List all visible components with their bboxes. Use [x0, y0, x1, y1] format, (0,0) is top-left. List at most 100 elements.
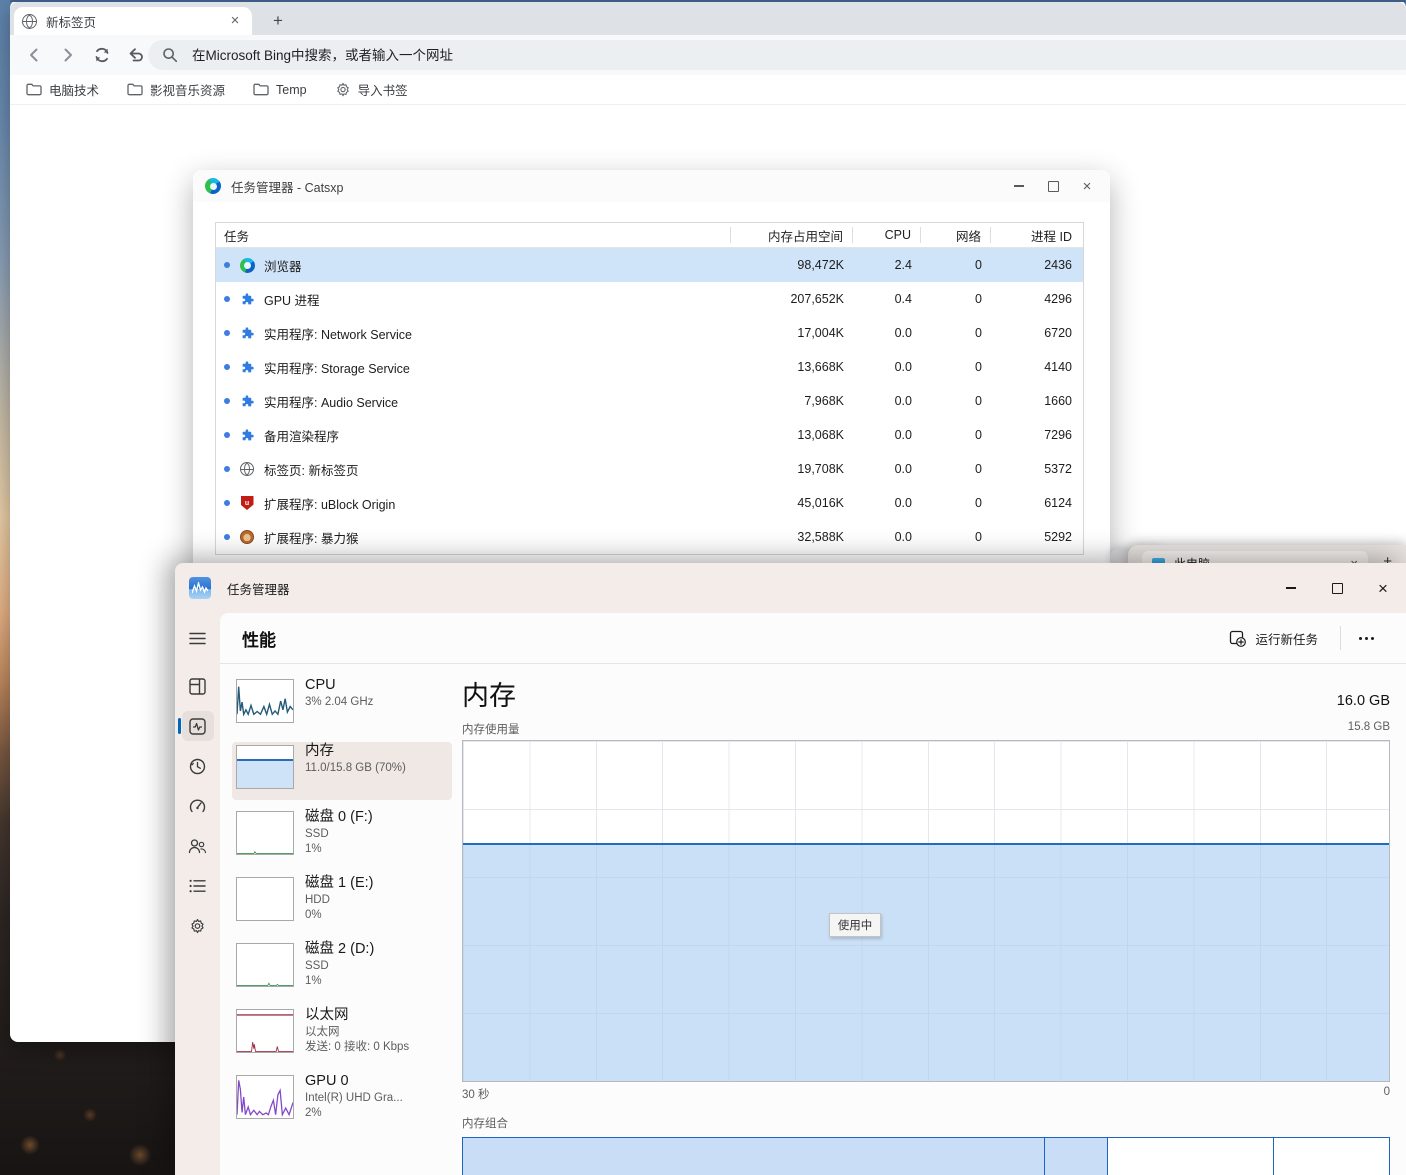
panel-detail: HDD — [305, 894, 330, 906]
menu-hamburger-icon[interactable] — [182, 623, 214, 653]
close-button[interactable]: × — [1360, 563, 1406, 613]
memory-value: 98,472K — [797, 258, 844, 272]
column-header-cpu[interactable]: CPU — [853, 227, 921, 243]
browser-tab-new-tab[interactable]: 新标签页 × — [14, 7, 252, 35]
maximize-button[interactable] — [1314, 563, 1360, 613]
sidebar-item-processes[interactable] — [182, 671, 214, 701]
ethernet-sparkline — [236, 1009, 294, 1053]
violentmonkey-icon — [239, 529, 255, 545]
sidebar-item-performance[interactable] — [177, 711, 214, 741]
table-row[interactable]: u 扩展程序: uBlock Origin 45,016K 0.0 0 6124 — [216, 486, 1083, 520]
sidebar-item-services[interactable] — [182, 911, 214, 941]
bookmark-folder-media[interactable]: 影视音乐资源 — [127, 80, 225, 99]
catsxp-browser-icon — [239, 257, 255, 273]
cpu-value: 0.0 — [894, 428, 912, 442]
minimize-button[interactable] — [1268, 563, 1314, 613]
table-row[interactable]: 实用程序: Network Service 17,004K 0.0 0 6720 — [216, 316, 1083, 350]
catsxp-titlebar[interactable]: 任务管理器 - Catsxp × — [193, 170, 1110, 202]
panel-name: 内存 — [305, 743, 334, 759]
panel-disk-1[interactable]: 磁盘 1 (E:) HDD 0% — [232, 874, 452, 932]
back-button[interactable] — [22, 43, 46, 67]
panel-detail: 1% — [305, 975, 322, 987]
tab-title: 新标签页 — [46, 15, 97, 30]
memory-value: 7,968K — [804, 394, 844, 408]
column-header-network[interactable]: 网络 — [921, 227, 991, 244]
table-row[interactable]: 备用渲染程序 13,068K 0.0 0 7296 — [216, 418, 1083, 452]
more-options-icon[interactable] — [1353, 629, 1380, 648]
tab-close-icon[interactable]: × — [226, 12, 244, 30]
address-bar[interactable] — [148, 40, 1406, 70]
run-new-task-icon — [1230, 630, 1247, 647]
memory-value: 207,652K — [790, 292, 844, 306]
sidebar-item-app-history[interactable] — [182, 751, 214, 781]
column-header-pid[interactable]: 进程 ID — [991, 227, 1083, 244]
catsxp-logo-icon — [205, 178, 221, 194]
close-button[interactable]: × — [1070, 173, 1104, 199]
panel-ethernet[interactable]: 以太网 以太网 发送: 0 接收: 0 Kbps — [232, 1006, 452, 1064]
performance-panel-list: CPU 3% 2.04 GHz 内存 11.0/15.8 GB (70%) 磁盘… — [220, 664, 452, 1175]
memory-value: 32,588K — [797, 530, 844, 544]
pid-value: 7296 — [1044, 428, 1072, 442]
forward-button[interactable] — [56, 43, 80, 67]
memory-composition-bar[interactable] — [462, 1137, 1390, 1175]
maximize-button[interactable] — [1036, 173, 1070, 199]
cpu-value: 0.0 — [894, 530, 912, 544]
network-value: 0 — [975, 530, 982, 544]
puzzle-icon — [239, 427, 255, 443]
composition-segment-in-use — [463, 1138, 1046, 1175]
process-name: 实用程序: Audio Service — [264, 395, 399, 410]
process-name: 实用程序: Storage Service — [264, 361, 410, 376]
memory-usage-graph[interactable]: 使用中 — [462, 740, 1390, 1082]
run-new-task-button[interactable]: 运行新任务 — [1219, 623, 1328, 654]
row-indicator-dot — [224, 432, 230, 438]
ublock-origin-icon: u — [239, 495, 255, 511]
folder-icon — [253, 83, 269, 96]
panel-gpu[interactable]: GPU 0 Intel(R) UHD Gra... 2% — [232, 1072, 452, 1130]
undo-arrow-icon[interactable] — [124, 43, 148, 67]
task-manager-app-icon — [189, 577, 211, 599]
table-row[interactable]: 扩展程序: 暴力猴 32,588K 0.0 0 5292 — [216, 520, 1083, 554]
table-row[interactable]: 标签页: 新标签页 19,708K 0.0 0 5372 — [216, 452, 1083, 486]
desktop: 新标签页 × + 在Microsoft Bing中搜索，或者输入一个网址 电脑技… — [0, 0, 1406, 1175]
row-indicator-dot — [224, 500, 230, 506]
sidebar-item-startup-apps[interactable] — [182, 791, 214, 821]
memory-scale-max: 15.8 GB — [1347, 721, 1390, 733]
table-row[interactable]: 实用程序: Storage Service 13,668K 0.0 0 4140 — [216, 350, 1083, 384]
sidebar-item-users[interactable] — [182, 831, 214, 861]
cpu-sparkline — [236, 679, 294, 723]
composition-segment-free — [1274, 1138, 1389, 1175]
cpu-value: 0.0 — [894, 462, 912, 476]
process-name: 扩展程序: 暴力猴 — [264, 531, 359, 546]
panel-detail: 0% — [305, 909, 322, 921]
panel-detail: 3% 2.04 GHz — [305, 696, 374, 708]
panel-detail: 1% — [305, 843, 322, 855]
panel-cpu[interactable]: CPU 3% 2.04 GHz — [232, 676, 452, 734]
column-header-task[interactable]: 任务 — [216, 227, 731, 244]
panel-name: 以太网 — [305, 1007, 349, 1023]
bookmark-folder-computer-tech[interactable]: 电脑技术 — [26, 80, 99, 99]
taskmgr-titlebar[interactable]: 任务管理器 × — [175, 563, 1406, 613]
import-bookmarks-label: 导入书签 — [357, 84, 408, 98]
column-header-memory[interactable]: 内存占用空间 — [731, 227, 853, 244]
puzzle-icon — [239, 291, 255, 307]
minimize-button[interactable] — [1002, 173, 1036, 199]
table-row[interactable]: 实用程序: Audio Service 7,968K 0.0 0 1660 — [216, 384, 1083, 418]
panel-detail: Intel(R) UHD Gra... — [305, 1092, 403, 1104]
gear-icon — [336, 82, 349, 96]
panel-disk-2[interactable]: 磁盘 2 (D:) SSD 1% — [232, 940, 452, 998]
new-tab-button[interactable]: + — [268, 11, 288, 31]
table-row[interactable]: GPU 进程 207,652K 0.4 0 4296 — [216, 282, 1083, 316]
bookmark-folder-temp[interactable]: Temp — [253, 83, 307, 97]
sidebar-item-details[interactable] — [182, 871, 214, 901]
cpu-value: 2.4 — [894, 258, 912, 272]
table-header-row: 任务 内存占用空间 CPU 网络 进程 ID — [216, 223, 1083, 248]
address-input[interactable] — [190, 46, 794, 64]
panel-disk-0[interactable]: 磁盘 0 (F:) SSD 1% — [232, 808, 452, 866]
disk1-sparkline — [236, 877, 294, 921]
pid-value: 5292 — [1044, 530, 1072, 544]
import-bookmarks-button[interactable]: 导入书签 — [335, 80, 408, 99]
panel-memory[interactable]: 内存 11.0/15.8 GB (70%) — [232, 742, 452, 800]
table-row[interactable]: 浏览器 98,472K 2.4 0 2436 — [216, 248, 1083, 282]
reload-icon[interactable] — [90, 43, 114, 67]
process-name: GPU 进程 — [264, 293, 320, 308]
